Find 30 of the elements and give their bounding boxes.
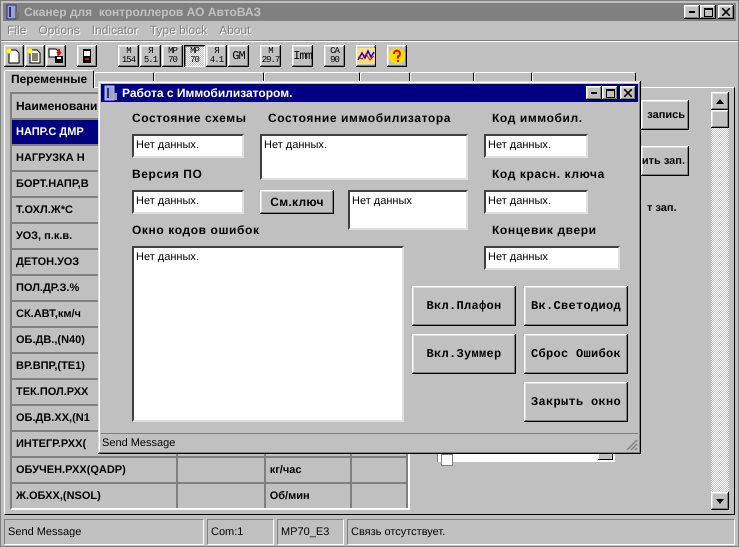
table-cell: ДЕТОН.УОЗ: [16, 256, 80, 268]
field-label: Состояние иммобилизатора: [267, 110, 452, 126]
table-cell: Ж.ОБХХ,(NSOL): [16, 490, 101, 502]
table-cell: ВР.ВПР,(TE1): [16, 360, 85, 372]
field-label: Версия ПО: [132, 166, 204, 182]
status-panel: Send Message: [4, 519, 204, 545]
table-cell: ТЕК.ПОЛ.РХХ: [16, 386, 88, 398]
table-cell: Т.ОХЛ.Ж*С: [16, 204, 73, 216]
table-cell: УОЗ, п.к.в.: [16, 230, 72, 242]
status-panel: MP70_E3: [277, 519, 344, 545]
table-cell: ОБУЧЕН.РХХ(QADP): [16, 464, 126, 476]
table-cell: НАГРУЗКА Н: [16, 152, 85, 164]
field-label: Концевик двери: [491, 222, 598, 238]
label: т зап.: [647, 202, 678, 214]
table-cell: ОБ.ДВ.ХХ,(N1: [16, 412, 90, 424]
table-cell: Об/мин: [270, 490, 310, 502]
table-cell: НАПР.С ДМР: [16, 126, 84, 138]
table-cell: СК.АВТ,км/ч: [16, 308, 81, 320]
table-cell: БОРТ.НАПР,В: [16, 178, 89, 190]
field-label: Код красн. ключа: [491, 166, 606, 182]
status-panel: Связь отсутствует.: [347, 519, 735, 545]
window-title: Сканер для контроллеров АО АвтоВАЗ: [24, 5, 261, 19]
field-label: Код иммобил.: [491, 110, 584, 126]
table-cell: ИНТЕГР.РХХ(: [16, 438, 86, 450]
status-text: Send Message: [102, 436, 176, 448]
field-label: Окно кодов ошибок: [132, 222, 260, 238]
table-cell: кг/час: [270, 464, 302, 476]
table-cell: ПОЛ.ДР.З.%: [16, 282, 80, 294]
table-cell: ОБ.ДВ.,(N40): [16, 334, 85, 346]
status-panel: Com:1: [207, 519, 274, 545]
